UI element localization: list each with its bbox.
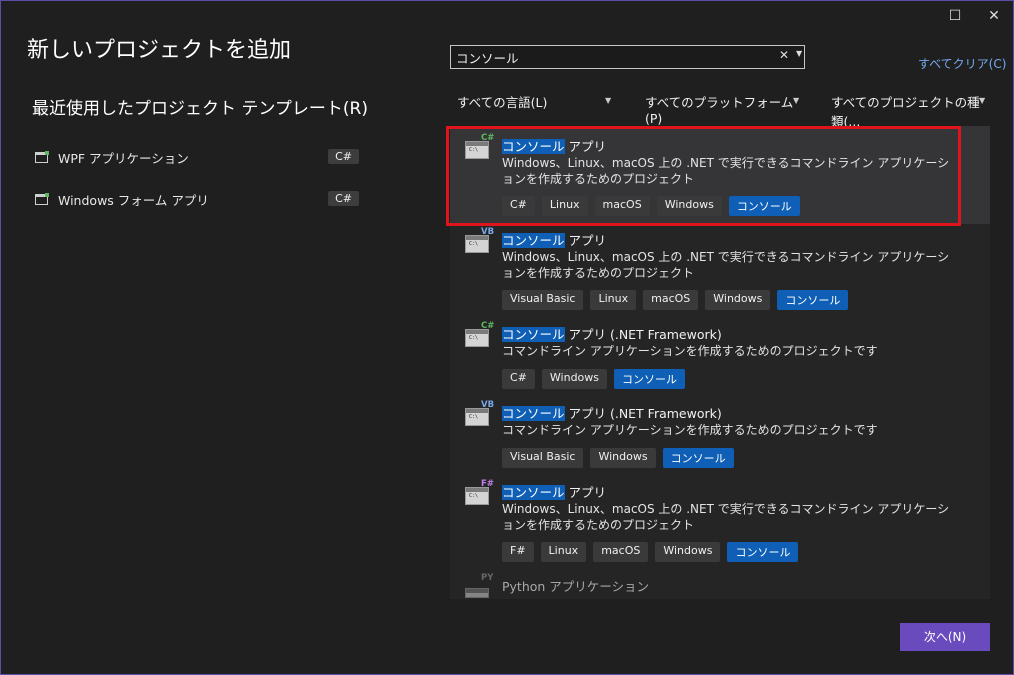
tag: macOS xyxy=(643,290,699,310)
tag: Linux xyxy=(540,542,587,562)
language-badge: PY xyxy=(481,573,494,583)
tag-list: Visual Basic Windows コンソール xyxy=(502,448,734,468)
template-description: コマンドライン アプリケーションを作成するためのプロジェクトです xyxy=(502,344,878,358)
language-badge: VB xyxy=(481,227,495,237)
title-rest: アプリ (.NET Framework) xyxy=(564,406,722,421)
search-input[interactable] xyxy=(456,48,756,66)
platform-filter-label: すべてのプラットフォーム(P) xyxy=(645,95,794,126)
template-title: Python アプリケーション xyxy=(502,579,650,594)
next-button[interactable]: 次へ(N) xyxy=(900,623,990,651)
tag: C# xyxy=(502,196,535,216)
tag: macOS xyxy=(594,196,650,216)
chevron-down-icon: ▼ xyxy=(793,96,800,105)
maximize-icon: ☐ xyxy=(948,8,962,24)
template-item-vb-console-framework[interactable]: C:\ VB コンソール アプリ (.NET Framework) コマンドライ… xyxy=(450,393,990,473)
chevron-down-icon: ▼ xyxy=(979,96,986,105)
template-title: コンソール アプリ xyxy=(502,482,606,501)
template-item-vb-console[interactable]: C:\ VB コンソール アプリ Windows、Linux、macOS 上の … xyxy=(450,220,990,318)
language-filter[interactable]: すべての言語(L) ▼ xyxy=(457,92,615,112)
tag-match: コンソール xyxy=(777,290,849,310)
tag: macOS xyxy=(593,542,649,562)
template-description: Windows、Linux、macOS 上の .NET で実行できるコマンドライ… xyxy=(502,156,950,186)
tag-match: コンソール xyxy=(728,196,800,216)
tag: Linux xyxy=(590,290,637,310)
recent-item-winforms[interactable]: Windows フォーム アプリ C# xyxy=(35,188,359,210)
language-tag: C# xyxy=(328,149,359,164)
template-description: Windows、Linux、macOS 上の .NET で実行できるコマンドライ… xyxy=(502,250,950,280)
close-icon: ✕ xyxy=(988,8,1000,24)
search-match: コンソール xyxy=(502,406,565,421)
tag: Windows xyxy=(705,290,771,310)
template-description: Windows、Linux、macOS 上の .NET で実行できるコマンドライ… xyxy=(502,502,950,532)
title-rest: アプリ xyxy=(564,139,606,154)
search-match: コンソール xyxy=(502,327,565,342)
platform-filter[interactable]: すべてのプラットフォーム(P) ▼ xyxy=(645,92,803,126)
wpf-project-icon xyxy=(35,151,49,163)
template-title: コンソール アプリ (.NET Framework) xyxy=(502,324,722,343)
tag-list: Visual Basic Linux macOS Windows コンソール xyxy=(502,290,849,310)
tag-match: コンソール xyxy=(727,542,799,562)
tag-list: F# Linux macOS Windows コンソール xyxy=(502,542,799,562)
template-item-csharp-console-framework[interactable]: C:\ C# コンソール アプリ (.NET Framework) コマンドライ… xyxy=(450,314,990,394)
language-badge: C# xyxy=(481,133,495,143)
project-type-filter-label: すべてのプロジェクトの種類(... xyxy=(831,95,980,129)
tag-match: コンソール xyxy=(662,448,734,468)
winforms-project-icon xyxy=(35,193,49,205)
template-item-python-app[interactable]: PY Python アプリケーション xyxy=(450,566,990,599)
search-match: コンソール xyxy=(502,139,565,154)
tag-list: C# Windows コンソール xyxy=(502,369,686,389)
python-app-icon: PY xyxy=(465,573,494,599)
recent-templates-heading: 最近使用したプロジェクト テンプレート(R) xyxy=(32,99,368,119)
template-title: コンソール アプリ (.NET Framework) xyxy=(502,403,722,422)
language-tag: C# xyxy=(328,191,359,206)
template-list[interactable]: C:\ C# コンソール アプリ Windows、Linux、macOS 上の … xyxy=(450,126,990,599)
tag: Visual Basic xyxy=(502,290,584,310)
language-badge: VB xyxy=(481,400,495,410)
maximize-button[interactable]: ☐ xyxy=(940,5,970,27)
tag: Windows xyxy=(655,542,721,562)
tag: Linux xyxy=(541,196,588,216)
template-title: コンソール アプリ xyxy=(502,230,606,249)
tag: F# xyxy=(502,542,534,562)
console-app-icon: C:\ C# xyxy=(465,133,495,160)
project-type-filter[interactable]: すべてのプロジェクトの種類(... ▼ xyxy=(831,92,989,129)
tag: Windows xyxy=(541,369,608,389)
search-match: コンソール xyxy=(502,233,565,248)
language-badge: F# xyxy=(481,479,494,489)
template-description: コマンドライン アプリケーションを作成するためのプロジェクトです xyxy=(502,423,878,437)
tag-match: コンソール xyxy=(614,369,686,389)
tag: Windows xyxy=(656,196,722,216)
language-badge: C# xyxy=(481,321,495,331)
console-app-icon: C:\ VB xyxy=(465,400,495,427)
search-box: ✕ ▼ xyxy=(450,45,805,69)
template-item-csharp-console[interactable]: C:\ C# コンソール アプリ Windows、Linux、macOS 上の … xyxy=(450,126,990,224)
template-title: コンソール アプリ xyxy=(502,136,606,155)
language-filter-label: すべての言語(L) xyxy=(457,95,548,110)
template-item-fsharp-console[interactable]: C:\ F# コンソール アプリ Windows、Linux、macOS 上の … xyxy=(450,472,990,570)
tag: Windows xyxy=(590,448,656,468)
console-app-icon: C:\ F# xyxy=(465,479,494,506)
search-match: コンソール xyxy=(502,485,565,500)
title-rest: アプリ xyxy=(564,485,606,500)
recent-item-label: WPF アプリケーション xyxy=(58,150,189,166)
recent-item-wpf[interactable]: WPF アプリケーション C# xyxy=(35,146,359,168)
clear-all-link[interactable]: すべてクリア(C) xyxy=(918,55,1006,72)
title-rest: アプリ xyxy=(564,233,606,248)
close-button[interactable]: ✕ xyxy=(979,5,1009,27)
page-title: 新しいプロジェクトを追加 xyxy=(27,38,292,63)
chevron-down-icon[interactable]: ▼ xyxy=(796,49,802,58)
recent-item-label: Windows フォーム アプリ xyxy=(58,192,209,208)
clear-icon[interactable]: ✕ xyxy=(779,48,789,62)
console-app-icon: C:\ VB xyxy=(465,227,495,254)
tag: Visual Basic xyxy=(502,448,584,468)
tag: C# xyxy=(502,369,535,389)
console-app-icon: C:\ C# xyxy=(465,321,495,348)
title-rest: アプリ (.NET Framework) xyxy=(564,327,722,342)
tag-list: C# Linux macOS Windows コンソール xyxy=(502,196,800,216)
chevron-down-icon: ▼ xyxy=(605,96,612,105)
